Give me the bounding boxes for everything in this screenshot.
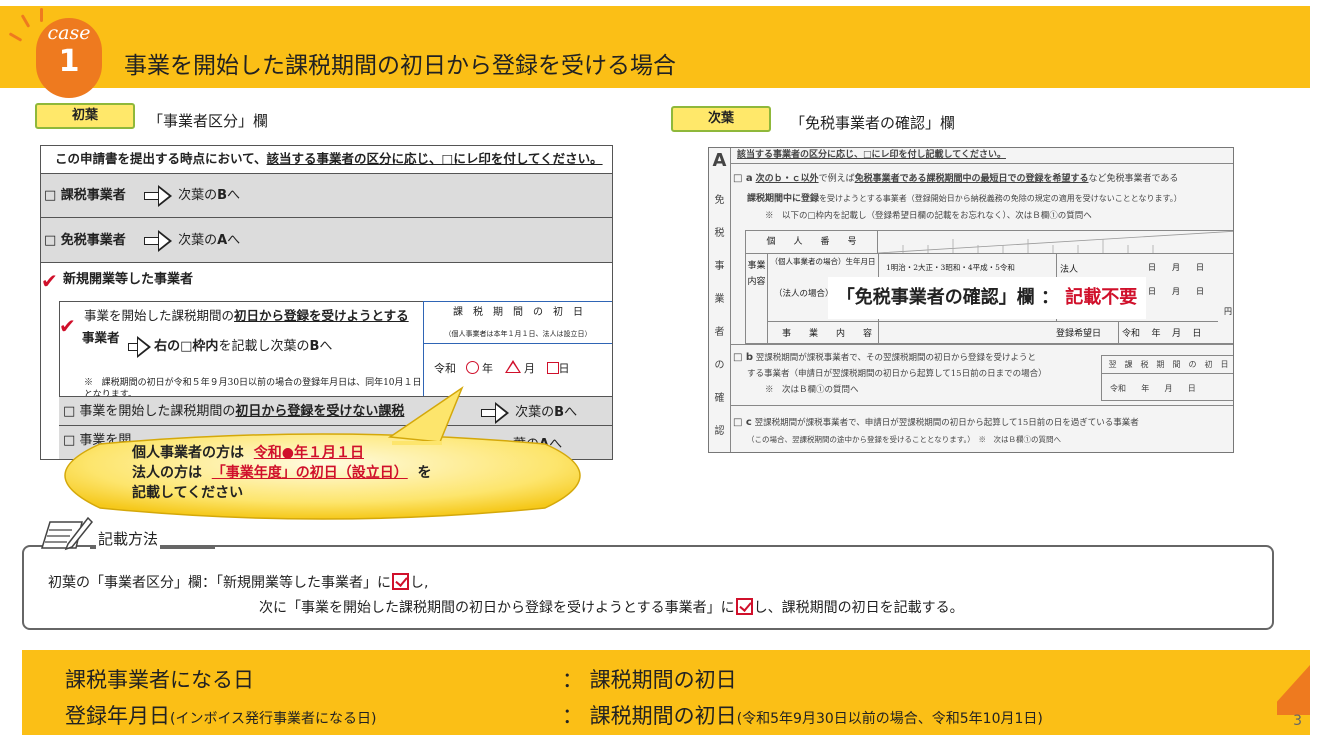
- new-business-subarea: 事業を開始した課税期間の初日から登録を受けようとする 事業者 右の□枠内を記載し…: [59, 301, 423, 411]
- form-heading: この申請書を提出する時点において、該当する事業者の区分に応じ、□にレ印を付してく…: [41, 146, 612, 174]
- spark-icon: [40, 8, 43, 22]
- row-taxable-business: □ 課税事業者 次葉のBへ: [41, 174, 612, 218]
- check-mark-icon: ✔: [59, 314, 76, 338]
- right-form-header: 該当する事業者の区分に応じ、□にレ印を付し記載してください。: [731, 148, 1233, 164]
- arrow-right-icon: [481, 401, 511, 424]
- not-required-label: 「免税事業者の確認」欄 ： 記載不要: [828, 277, 1146, 319]
- triangle-icon: [504, 360, 521, 373]
- option-b: □ b 翌課税期間が課税事業者で、その翌課税期間の初日から登録を受けようと する…: [731, 344, 1233, 406]
- check-mark-icon: ✔: [41, 269, 58, 293]
- circle-icon: [465, 361, 479, 374]
- section-label-business-category: 「事業者区分」欄: [148, 112, 269, 130]
- section-label-exempt-confirmation: 「免税事業者の確認」欄: [790, 114, 956, 132]
- footer-banner: 課税事業者になる日 ： 課税期間の初日 登録年月日(インボイス発行事業者になる日…: [22, 650, 1310, 735]
- tag-first-page: 初葉: [35, 103, 135, 129]
- case-number: 1: [58, 44, 80, 79]
- footer-row2-right: ： 課税期間の初日(令和5年9月30日以前の場合、令和5年10月1日): [562, 704, 1043, 728]
- id-number-grid: [878, 231, 1233, 253]
- corner-triangle: [1277, 665, 1310, 715]
- callout-text: 個人事業者の方は 令和●年１月１日 法人の方は 「事業年度」の初日（設立日） を…: [132, 445, 432, 501]
- checkbox-icon: [392, 573, 409, 590]
- method-line-1: 初葉の「事業者区分」欄：「新規開業等した事業者」に し,: [48, 573, 429, 591]
- option-a: □ a 次のｂ・ｃ以外で例えば免税事業者である課税期間中の最短日での登録を希望す…: [733, 173, 1182, 221]
- arrow-right-icon: [128, 335, 151, 358]
- form-side-column: A 免 税 事 業 者 の 確 認: [709, 148, 731, 452]
- page-title: 事業を開始した課税期間の初日から登録を受ける場合: [124, 53, 676, 79]
- tag-next-page: 次葉: [671, 106, 771, 132]
- arrow-right-icon: [143, 184, 174, 207]
- pencil-notepad-icon: [40, 516, 94, 551]
- next-period-start-box: 翌 課 税 期 間 の 初 日 令和 年 月 日: [1101, 355, 1233, 401]
- business-category-form: この申請書を提出する時点において、該当する事業者の区分に応じ、□にレ印を付してく…: [40, 145, 613, 460]
- method-line-2: 次に「事業を開始した課税期間の初日から登録を受けようとする事業者」に し、課税期間…: [259, 598, 964, 616]
- footer-row1-left: 課税事業者になる日: [65, 668, 254, 692]
- checkbox-icon: [735, 598, 753, 615]
- square-icon: [546, 362, 559, 374]
- header-banner: 事業を開始した課税期間の初日から登録を受ける場合: [0, 6, 1310, 88]
- page: 事業を開始した課税期間の初日から登録を受ける場合 case 1 初葉 「事業者区…: [0, 0, 1327, 735]
- case-circle: case 1: [36, 18, 102, 98]
- case-badge: case 1: [36, 18, 102, 100]
- case-word: case: [47, 22, 91, 44]
- personal-number-row: 個 人 番 号: [745, 230, 1233, 254]
- row-tax-exempt-business: □ 免税事業者 次葉のAへ: [41, 218, 612, 263]
- arrow-right-icon: [143, 229, 174, 252]
- page-number: 3: [1293, 713, 1302, 729]
- footer-row1-right: ： 課税期間の初日: [562, 668, 737, 692]
- method-title: 記載方法: [96, 528, 161, 549]
- row-new-business: 新規開業等した事業者: [63, 272, 194, 287]
- option-c: □ c 翌課税期間が課税事業者で、申請日が翌課税期間の初日から起算して15日前の…: [733, 417, 1139, 444]
- footer-row2-left: 登録年月日(インボイス発行事業者になる日): [65, 704, 377, 728]
